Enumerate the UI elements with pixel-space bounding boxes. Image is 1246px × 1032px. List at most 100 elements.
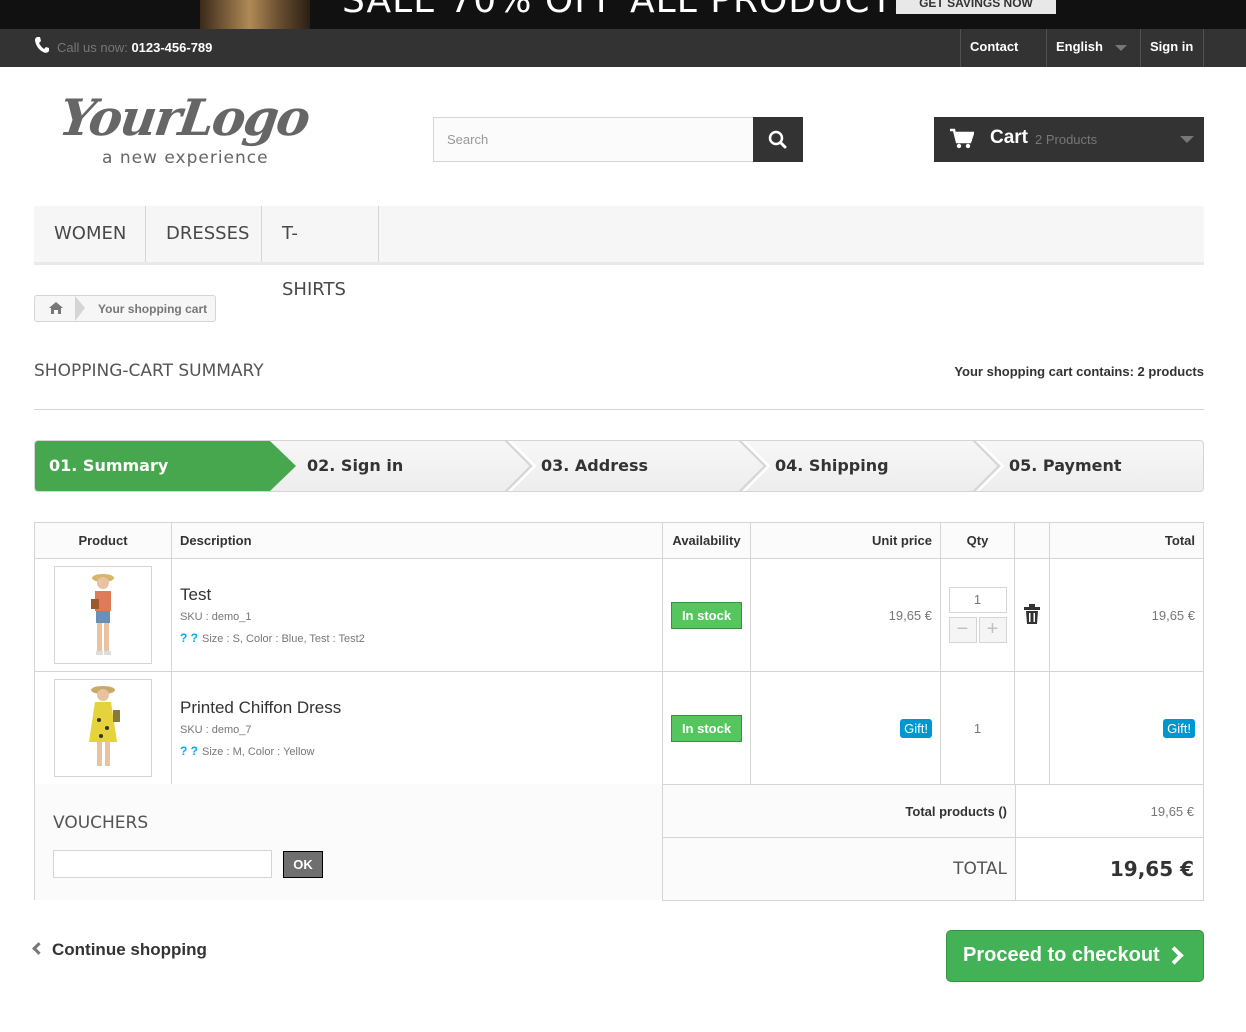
total-products-label: Total products () bbox=[662, 784, 1016, 838]
page-title: SHOPPING-CART SUMMARY bbox=[34, 361, 264, 381]
step-divider bbox=[738, 441, 771, 491]
chevron-left-icon bbox=[32, 942, 45, 955]
product-image[interactable] bbox=[54, 566, 152, 664]
cart-label: Cart bbox=[990, 127, 1029, 148]
site-logo[interactable]: YourLogo a new experience bbox=[56, 88, 350, 170]
cart-count: 2 Products bbox=[1035, 132, 1098, 147]
search-icon bbox=[768, 130, 787, 149]
step-divider bbox=[972, 441, 1005, 491]
quantity-decrease-button[interactable]: − bbox=[948, 617, 977, 643]
totals-table: Total products () 19,65 € TOTAL 19,65 € bbox=[662, 784, 1204, 901]
table-row: Test SKU : demo_1 ? ? Size : S, Color : B… bbox=[34, 558, 1204, 672]
main-menu: WOMEN DRESSES T-SHIRTS bbox=[34, 206, 1204, 300]
voucher-code-input[interactable] bbox=[53, 850, 272, 878]
breadcrumb-separator bbox=[75, 296, 85, 321]
banner-text: SALE 70% OFF ALL PRODUCTS bbox=[342, 0, 918, 21]
chevron-down-icon bbox=[1180, 136, 1194, 143]
col-qty: Qty bbox=[940, 522, 1015, 559]
total-products-row: Total products () 19,65 € bbox=[662, 784, 1204, 838]
home-icon bbox=[49, 302, 63, 314]
menu-item-women[interactable]: WOMEN bbox=[34, 206, 146, 262]
availability-cell: In stock bbox=[662, 558, 751, 672]
continue-shopping-label: Continue shopping bbox=[52, 940, 207, 959]
step-payment[interactable]: 05. Payment bbox=[1009, 441, 1122, 491]
gift-badge: Gift! bbox=[900, 718, 932, 738]
quantity-input[interactable]: 1 bbox=[948, 587, 1007, 613]
delete-cell bbox=[1014, 558, 1050, 672]
logo-wordmark: YourLogo bbox=[55, 88, 313, 147]
logo-tagline: a new experience bbox=[102, 148, 269, 168]
total-label: TOTAL bbox=[662, 837, 1016, 901]
banner-image bbox=[200, 0, 310, 29]
quantity-increase-button[interactable]: + bbox=[978, 617, 1007, 643]
banner-cta-button[interactable]: GET SAVINGS NOW bbox=[896, 0, 1056, 14]
table-row: Printed Chiffon Dress SKU : demo_7 ? ? Si… bbox=[34, 671, 1204, 785]
trash-icon[interactable] bbox=[1024, 603, 1040, 624]
contact-us-link[interactable]: Contact us bbox=[960, 29, 1046, 90]
search-button[interactable] bbox=[753, 117, 803, 162]
product-title[interactable]: Test bbox=[180, 585, 662, 605]
product-description-cell: Printed Chiffon Dress SKU : demo_7 ? ? Si… bbox=[171, 671, 663, 785]
chevron-down-icon bbox=[1114, 44, 1127, 51]
search-input[interactable]: Search bbox=[433, 117, 754, 162]
top-bar: Call us now: 0123-456-789 Contact us Eng… bbox=[0, 29, 1246, 90]
cart-icon bbox=[950, 128, 974, 149]
phone-number: 0123-456-789 bbox=[131, 40, 213, 55]
col-total: Total bbox=[1049, 522, 1204, 559]
menu-item-dresses[interactable]: DRESSES bbox=[146, 206, 262, 262]
col-unit-price: Unit price bbox=[750, 522, 941, 559]
sign-in-link[interactable]: Sign in bbox=[1140, 29, 1204, 67]
call-us-text: Call us now: 0123-456-789 bbox=[57, 40, 212, 55]
checkout-label: Proceed to checkout bbox=[963, 944, 1160, 966]
product-image[interactable] bbox=[54, 679, 152, 777]
cart-contains-text: Your shopping cart contains: 2 products bbox=[954, 364, 1204, 379]
question-icon: ? ? bbox=[180, 631, 198, 645]
step-sign-in[interactable]: 02. Sign in bbox=[307, 441, 403, 491]
product-sku: SKU : demo_1 bbox=[180, 611, 252, 623]
qty-cell: 1 − + bbox=[940, 558, 1015, 672]
vouchers-panel: VOUCHERS OK bbox=[34, 784, 663, 900]
chevron-right-icon bbox=[1165, 946, 1184, 965]
product-image-cell bbox=[34, 558, 172, 672]
unit-price-cell: Gift! bbox=[750, 671, 941, 785]
phone-icon bbox=[35, 37, 49, 53]
attributes-text: Size : M, Color : Yellow bbox=[202, 746, 315, 758]
product-attributes: ? ? Size : S, Color : Blue, Test : Test2 bbox=[180, 631, 662, 645]
availability-cell: In stock bbox=[662, 671, 751, 785]
quantity-value: 1 bbox=[973, 720, 982, 736]
product-image-cell bbox=[34, 671, 172, 785]
proceed-to-checkout-button[interactable]: Proceed to checkout bbox=[946, 930, 1204, 982]
language-label: English bbox=[1056, 39, 1103, 54]
col-description: Description bbox=[171, 522, 663, 559]
product-photo bbox=[91, 574, 114, 655]
menu-item-tshirts[interactable]: T-SHIRTS bbox=[262, 206, 379, 300]
col-availability: Availability bbox=[662, 522, 751, 559]
breadcrumb-home[interactable] bbox=[35, 296, 77, 321]
qty-cell: 1 bbox=[940, 671, 1015, 785]
line-total: 19,65 € bbox=[1151, 607, 1195, 623]
voucher-ok-button[interactable]: OK bbox=[283, 851, 323, 878]
status-badge: In stock bbox=[670, 601, 743, 629]
step-shipping[interactable]: 04. Shipping bbox=[775, 441, 889, 491]
product-title[interactable]: Printed Chiffon Dress bbox=[180, 698, 662, 718]
question-icon: ? ? bbox=[180, 744, 198, 758]
step-address[interactable]: 03. Address bbox=[541, 441, 648, 491]
unit-price: 19,65 € bbox=[888, 607, 932, 623]
step-summary[interactable]: 01. Summary bbox=[35, 441, 296, 491]
checkout-steps: 01. Summary 02. Sign in 03. Address 04. … bbox=[34, 440, 1204, 492]
promo-banner[interactable]: SALE 70% OFF ALL PRODUCTS GET SAVINGS NO… bbox=[0, 0, 1246, 29]
attributes-text: Size : S, Color : Blue, Test : Test2 bbox=[202, 633, 365, 645]
product-sku: SKU : demo_7 bbox=[180, 724, 252, 736]
total-cell: Gift! bbox=[1049, 671, 1204, 785]
unit-price-cell: 19,65 € bbox=[750, 558, 941, 672]
col-product: Product bbox=[34, 522, 172, 559]
col-delete bbox=[1014, 522, 1050, 559]
call-label: Call us now: bbox=[57, 40, 128, 55]
divider bbox=[34, 409, 1204, 410]
cart-button[interactable]: Cart 2 Products bbox=[934, 117, 1204, 162]
language-selector[interactable]: English bbox=[1046, 29, 1140, 67]
continue-shopping-link[interactable]: Continue shopping bbox=[32, 940, 207, 960]
cart-table: Product Description Availability Unit pr… bbox=[34, 522, 1204, 785]
total-row: TOTAL 19,65 € bbox=[662, 837, 1204, 901]
product-description-cell: Test SKU : demo_1 ? ? Size : S, Color : B… bbox=[171, 558, 663, 672]
